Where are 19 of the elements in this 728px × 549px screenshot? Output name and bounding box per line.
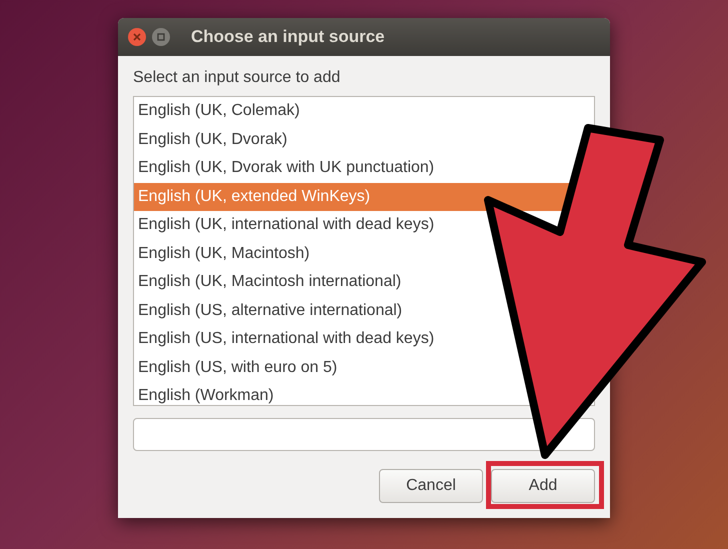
cancel-button[interactable]: Cancel bbox=[379, 469, 483, 503]
search-field[interactable] bbox=[133, 418, 595, 451]
source-item[interactable]: English (US, international with dead keys) bbox=[138, 327, 434, 352]
add-button[interactable]: Add bbox=[491, 469, 595, 503]
source-item[interactable]: English (UK, Dvorak with UK punctuation) bbox=[138, 156, 434, 180]
close-icon bbox=[133, 33, 141, 41]
source-item[interactable]: English (UK, Colemak) bbox=[138, 99, 300, 124]
source-item[interactable]: English (UK, international with dead keys) bbox=[138, 213, 434, 238]
source-item[interactable]: English (UK, Dvorak) bbox=[138, 128, 288, 152]
maximize-icon bbox=[157, 33, 165, 41]
close-button[interactable] bbox=[128, 28, 146, 46]
source-item[interactable]: English (UK, Macintosh) bbox=[138, 242, 310, 266]
window-title: Choose an input source bbox=[191, 26, 385, 48]
source-item[interactable]: English (UK, Macintosh international) bbox=[138, 270, 402, 294]
maximize-button[interactable] bbox=[152, 28, 170, 46]
source-item[interactable]: English (Workman) bbox=[138, 384, 274, 405]
source-item[interactable]: English (US, with euro on 5) bbox=[138, 356, 338, 380]
prompt-label: Select an input source to add bbox=[133, 68, 342, 88]
source-item[interactable]: English (US, alternative international) bbox=[138, 298, 402, 323]
